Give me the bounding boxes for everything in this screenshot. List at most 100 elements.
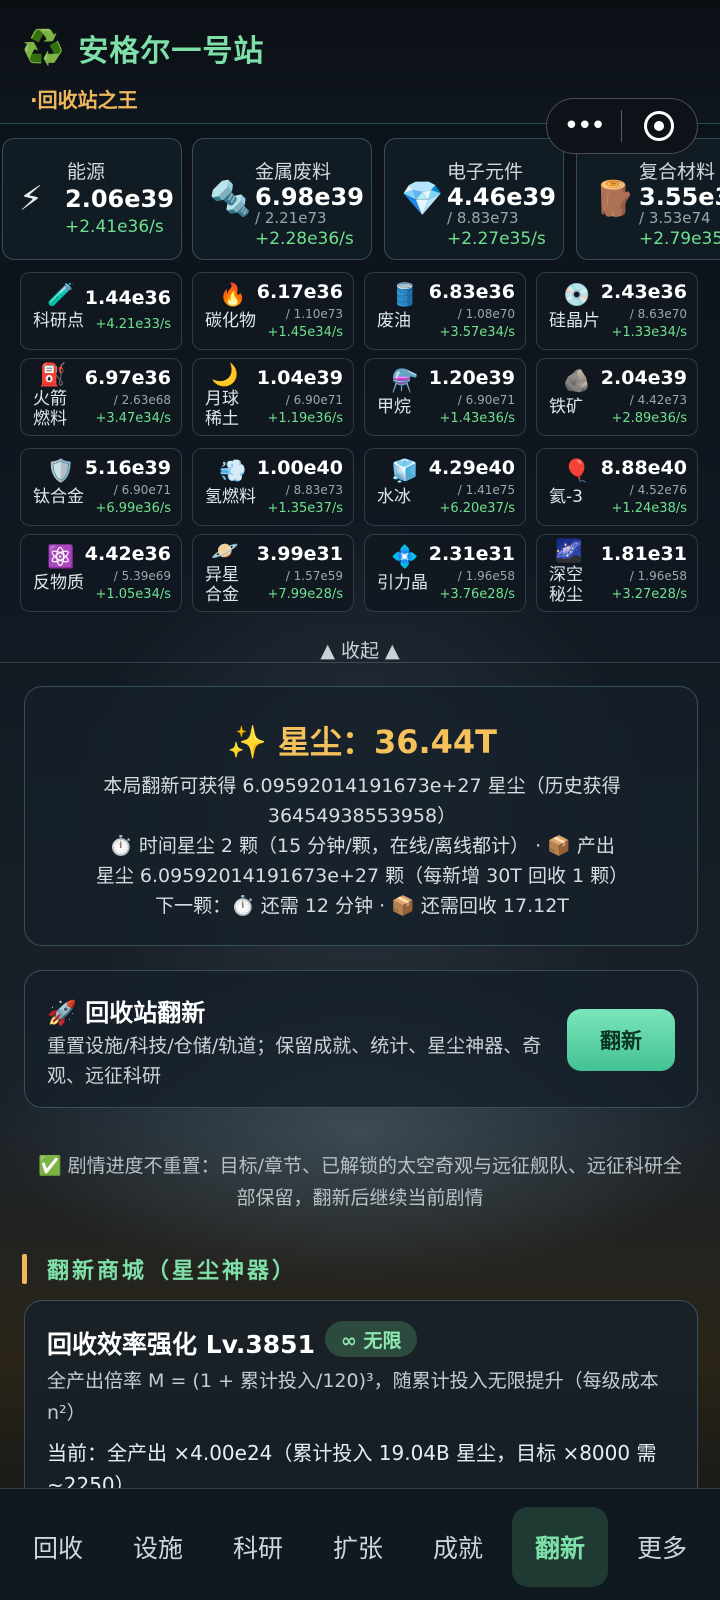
bolt-nut-icon: 🔩 <box>209 179 252 219</box>
collapse-toggle[interactable]: ▲ 收起 ▲ <box>0 636 720 663</box>
resource-value: 3.55e3 <box>639 183 720 211</box>
resource-value: 6.17e36 <box>256 281 343 303</box>
resource-card: 🪐 异星合金 3.99e31 / 1.57e59 +7.99e28/s <box>192 534 354 612</box>
resource-rate: +2.27e35/s <box>447 229 546 249</box>
resource-value: 1.04e39 <box>256 367 343 389</box>
resource-value: 1.81e31 <box>600 543 687 565</box>
resource-card: 🌌 深空秘尘 1.81e31 / 1.96e58 +3.27e28/s <box>536 534 698 612</box>
infinite-badge: ∞ 无限 <box>325 1321 418 1357</box>
shield-icon: 🛡️ <box>47 459 75 484</box>
tab-recycle[interactable]: 回收 <box>10 1507 106 1587</box>
disc-icon: 💿 <box>563 283 591 308</box>
resource-card: 🎈 氦-3 8.88e40 / 4.52e76 +1.24e38/s <box>536 448 698 526</box>
recycle-icon: ♻️ <box>22 28 65 68</box>
resource-cap: / 5.39e69 <box>113 569 171 583</box>
rebirth-button[interactable]: 翻新 <box>567 1009 675 1071</box>
resource-value: 2.06e39 <box>65 185 174 213</box>
resource-cap: / 4.42e73 <box>629 393 687 407</box>
resource-value: 3.99e31 <box>256 543 343 565</box>
station-name: 安格尔一号站 <box>78 34 265 69</box>
resource-name: 甲烷 <box>377 397 411 417</box>
resource-value: 4.46e39 <box>447 183 556 211</box>
resource-value: 5.16e39 <box>84 457 171 479</box>
resource-name: 深空秘尘 <box>549 565 583 605</box>
resource-card-electronics: 💎 电子元件 4.46e39 / 8.83e73 +2.27e35/s <box>384 138 564 260</box>
dash-cloud-icon: 💨 <box>219 459 247 484</box>
resource-card: ⛽ 火箭燃料 6.97e36 / 2.63e68 +3.47e34/s <box>20 358 182 436</box>
resource-label: 能源 <box>67 161 106 183</box>
primary-resources-row[interactable]: ⚡ 能源 2.06e39 +2.41e36/s 🔩 金属废料 6.98e39 /… <box>0 138 720 262</box>
resource-label: 电子元件 <box>447 161 524 183</box>
resource-rate: +3.27e28/s <box>611 587 687 602</box>
target-icon <box>644 111 675 141</box>
tab-expansion[interactable]: 扩张 <box>310 1507 406 1587</box>
resource-name: 碳化物 <box>205 311 256 331</box>
resource-rate: +3.47e34/s <box>95 411 171 426</box>
resource-rate: +1.45e34/s <box>267 325 343 340</box>
gem-icon: 💎 <box>401 179 444 219</box>
tab-facilities[interactable]: 设施 <box>110 1507 206 1587</box>
resource-rate: +6.20e37/s <box>439 501 515 516</box>
resource-rate: +7.99e28/s <box>267 587 343 602</box>
more-options-icon[interactable]: ••• <box>547 111 621 141</box>
resource-name: 科研点 <box>33 311 84 331</box>
close-target-button[interactable] <box>622 111 698 141</box>
stardust-time-info: ⏱️ 时间星尘 2 颗（15 分钟/颗，在线/离线都计） · 📦 产出 <box>109 835 615 857</box>
tab-rebirth[interactable]: 翻新 <box>512 1507 608 1587</box>
bottom-tab-bar: 回收 设施 科研 扩张 成就 翻新 更多 <box>0 1488 720 1600</box>
resource-cap: / 6.90e71 <box>285 393 343 407</box>
resource-value: 8.88e40 <box>600 457 687 479</box>
resource-rate: +4.21e33/s <box>95 317 171 332</box>
resource-name: 铁矿 <box>549 397 583 417</box>
resource-value: 4.29e40 <box>428 457 515 479</box>
log-icon: 🪵 <box>593 179 636 219</box>
resource-cap: / 6.90e71 <box>113 483 171 497</box>
resource-card: 🧪 科研点 1.44e36 +4.21e33/s <box>20 272 182 350</box>
resource-rate: +1.43e36/s <box>439 411 515 426</box>
lightning-icon: ⚡ <box>19 179 43 219</box>
tab-achievements[interactable]: 成就 <box>410 1507 506 1587</box>
stardust-total: ✨ 星尘：36.44T <box>226 723 498 761</box>
resource-card: 💨 氢燃料 1.00e40 / 8.83e73 +1.35e37/s <box>192 448 354 526</box>
milky-way-icon: 🌌 <box>555 539 583 564</box>
tab-more[interactable]: 更多 <box>614 1507 710 1587</box>
stardust-rebirth-gain: 本局翻新可获得 6.09592014191673e+27 星尘（历史获得 <box>103 775 621 797</box>
shop-heading-text: 翻新商城（星尘神器） <box>47 1259 298 1284</box>
resource-value: 6.98e39 <box>255 183 364 211</box>
resource-name: 氢燃料 <box>205 487 256 507</box>
resource-value: 1.44e36 <box>84 287 171 309</box>
story-progress-note: ✅ 剧情进度不重置：目标/章节、已解锁的太空奇观与远征舰队、远征科研全部保留，翻… <box>37 1155 683 1209</box>
tab-research[interactable]: 科研 <box>210 1507 306 1587</box>
balloon-icon: 🎈 <box>563 459 591 484</box>
moon-icon: 🌙 <box>211 363 239 388</box>
upgrade-title: 回收效率强化 Lv.3851 <box>47 1330 315 1359</box>
resource-card: ⚛️ 反物质 4.42e36 / 5.39e69 +1.05e34/s <box>20 534 182 612</box>
resource-value: 2.43e36 <box>600 281 687 303</box>
resource-rate: +1.19e36/s <box>267 411 343 426</box>
resource-card: 🛡️ 钛合金 5.16e39 / 6.90e71 +6.99e36/s <box>20 448 182 526</box>
resource-name: 火箭燃料 <box>33 389 67 429</box>
resource-card: 🧊 水冰 4.29e40 / 1.41e75 +6.20e37/s <box>364 448 526 526</box>
resource-value: 4.42e36 <box>84 543 171 565</box>
stardust-next-info: 下一颗：⏱️ 还需 12 分钟 · 📦 还需回收 17.12T <box>155 895 569 917</box>
resource-rate: +1.33e34/s <box>611 325 687 340</box>
resource-card: 🔥 碳化物 6.17e36 / 1.10e73 +1.45e34/s <box>192 272 354 350</box>
stardust-history: 36454938553958） <box>267 805 457 827</box>
rebirth-title: 🚀 回收站翻新 <box>47 999 206 1027</box>
upgrade-description: 全产出倍率 M = (1 + 累计投入/120)³，随累计投入无限提升（每级成本… <box>47 1370 659 1424</box>
resource-card-energy: ⚡ 能源 2.06e39 +2.41e36/s <box>2 138 182 260</box>
upgrade-card[interactable]: 回收效率强化 Lv.3851 ∞ 无限 全产出倍率 M = (1 + 累计投入/… <box>24 1300 698 1520</box>
atom-icon: ⚛️ <box>47 545 75 570</box>
resource-cap: / 1.96e58 <box>457 569 515 583</box>
resource-cap: / 6.90e71 <box>457 393 515 407</box>
resource-cap: / 3.53e74 <box>639 209 711 227</box>
resource-value: 1.00e40 <box>256 457 343 479</box>
resource-cap: / 2.63e68 <box>113 393 171 407</box>
resource-rate: +3.57e34/s <box>439 325 515 340</box>
flask-icon: ⚗️ <box>391 369 419 394</box>
resource-name: 氦-3 <box>549 487 583 507</box>
mini-program-capsule: ••• <box>546 98 698 154</box>
resource-card: 🪨 铁矿 2.04e39 / 4.42e73 +2.89e36/s <box>536 358 698 436</box>
resource-cap: / 1.96e58 <box>629 569 687 583</box>
rock-icon: 🪨 <box>563 369 591 394</box>
